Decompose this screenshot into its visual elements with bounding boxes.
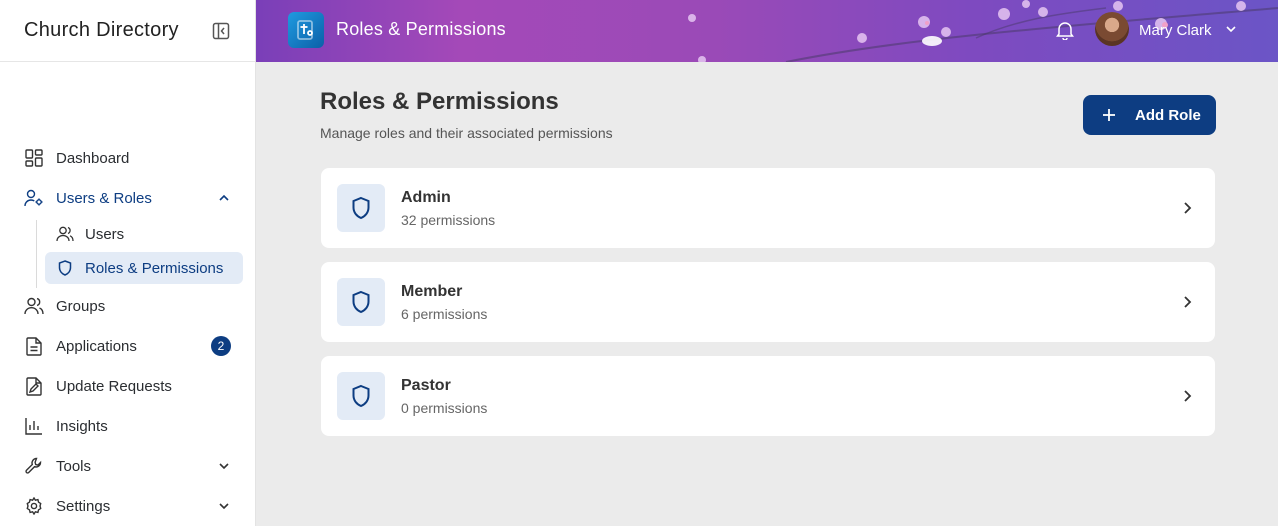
sidebar: Church Directory Dashboard Users & Roles… [0, 0, 256, 526]
role-card-admin[interactable]: Admin 32 permissions [321, 168, 1215, 248]
role-name: Admin [401, 189, 451, 206]
shield-icon [56, 259, 74, 277]
shield-icon [337, 184, 385, 232]
sidebar-subitem-users[interactable]: Users [45, 218, 243, 250]
user-avatar[interactable] [1095, 12, 1129, 46]
users-roles-icon [24, 188, 44, 208]
sidebar-item-label: Insights [56, 417, 108, 435]
role-name: Pastor [401, 377, 451, 394]
shield-icon [337, 278, 385, 326]
sidebar-item-settings[interactable]: Settings [24, 492, 231, 520]
nav-tree-line [36, 220, 37, 288]
sidebar-item-users-roles[interactable]: Users & Roles [24, 184, 231, 212]
sidebar-subitem-label: Roles & Permissions [85, 259, 224, 277]
add-role-label: Add Role [1135, 106, 1201, 124]
page-subtitle: Manage roles and their associated permis… [320, 125, 613, 141]
chevron-right-icon [1179, 200, 1195, 216]
groups-icon [24, 296, 44, 316]
sidebar-header: Church Directory [0, 0, 255, 62]
sidebar-item-label: Users & Roles [56, 189, 152, 207]
plus-icon [1101, 107, 1117, 123]
app-logo-icon [288, 12, 324, 48]
sidebar-item-tools[interactable]: Tools [24, 452, 231, 480]
notification-bell-icon[interactable] [1056, 20, 1076, 41]
insights-icon [24, 416, 44, 436]
chevron-up-icon[interactable] [217, 191, 231, 205]
chevron-right-icon [1179, 388, 1195, 404]
sidebar-item-label: Applications [56, 337, 137, 355]
chevron-right-icon [1179, 294, 1195, 310]
role-name: Member [401, 283, 463, 300]
sidebar-item-update-requests[interactable]: Update Requests [24, 372, 231, 400]
applications-icon [24, 336, 44, 356]
sidebar-subitem-label: Users [85, 225, 125, 243]
role-permission-count: 0 permissions [401, 400, 488, 416]
shield-icon [337, 372, 385, 420]
chevron-down-icon[interactable] [217, 499, 231, 513]
settings-icon [24, 496, 44, 516]
role-card-pastor[interactable]: Pastor 0 permissions [321, 356, 1215, 436]
tools-icon [24, 456, 44, 476]
sidebar-item-applications[interactable]: Applications 2 [24, 332, 231, 360]
app-title: Church Directory [24, 19, 179, 41]
header-title: Roles & Permissions [336, 19, 506, 39]
add-role-button[interactable]: Add Role [1083, 95, 1216, 135]
dashboard-icon [24, 148, 44, 168]
collapse-sidebar-icon[interactable] [211, 21, 231, 41]
sidebar-item-dashboard[interactable]: Dashboard [24, 144, 231, 172]
sidebar-subitem-roles-permissions[interactable]: Roles & Permissions [45, 252, 243, 284]
user-icon [56, 225, 74, 243]
user-name[interactable]: Mary Clark [1139, 22, 1212, 39]
applications-count-badge: 2 [211, 336, 231, 356]
sidebar-item-label: Update Requests [56, 377, 172, 395]
sidebar-item-label: Tools [56, 457, 92, 475]
page-title: Roles & Permissions [320, 88, 559, 115]
sidebar-item-label: Groups [56, 297, 106, 315]
sidebar-item-label: Settings [56, 497, 111, 515]
role-permission-count: 32 permissions [401, 212, 496, 228]
top-header: Roles & Permissions Mary Clark [256, 0, 1278, 62]
update-requests-icon [24, 376, 44, 396]
chevron-down-icon[interactable] [217, 459, 231, 473]
role-card-member[interactable]: Member 6 permissions [321, 262, 1215, 342]
role-permission-count: 6 permissions [401, 306, 488, 322]
sidebar-item-insights[interactable]: Insights [24, 412, 231, 440]
chevron-down-icon[interactable] [1224, 22, 1240, 38]
sidebar-item-label: Dashboard [56, 149, 130, 167]
sidebar-item-groups[interactable]: Groups [24, 292, 231, 320]
